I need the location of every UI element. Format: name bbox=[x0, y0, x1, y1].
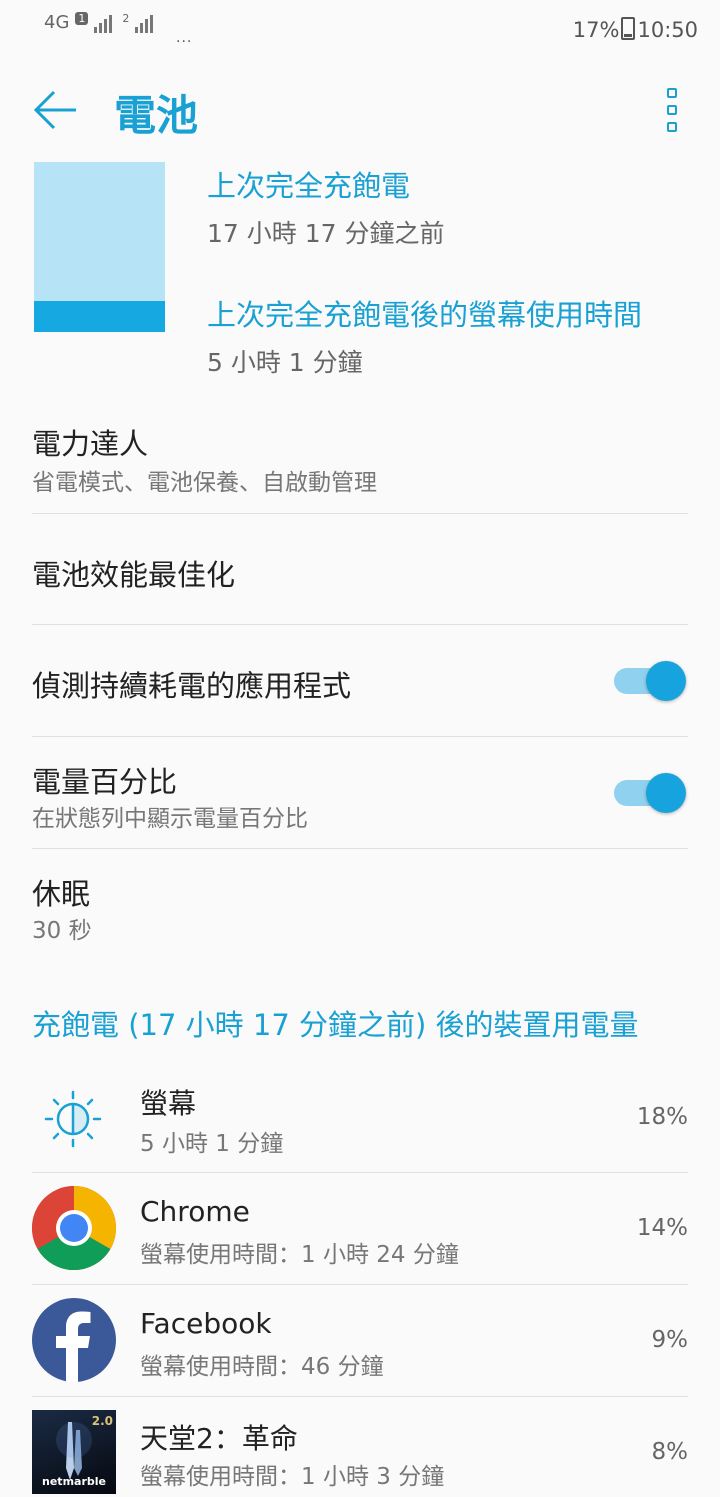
app-detail: 螢幕使用時間：46 分鐘 bbox=[140, 1354, 384, 1380]
icon-badge: 2.0 bbox=[91, 1414, 113, 1428]
icon-brand-text: netmarble bbox=[42, 1475, 106, 1488]
signal-icon-2 bbox=[135, 12, 155, 33]
app-detail: 螢幕使用時間：1 小時 3 分鐘 bbox=[140, 1464, 445, 1490]
network-type: 4G bbox=[44, 12, 70, 33]
last-full-charge-label: 上次完全充飽電 bbox=[207, 169, 411, 203]
setting-subtitle: 30 秒 bbox=[32, 918, 92, 944]
brightness-icon bbox=[44, 1090, 102, 1148]
setting-battery-percentage[interactable]: 電量百分比 在狀態列中顯示電量百分比 bbox=[0, 737, 720, 848]
app-name: 天堂2：革命 bbox=[140, 1422, 298, 1455]
usage-percent: 9% bbox=[651, 1327, 689, 1353]
status-bar-right: 17% 10:50 bbox=[573, 17, 698, 42]
battery-icon bbox=[621, 17, 636, 40]
setting-title: 偵測持續耗電的應用程式 bbox=[32, 669, 352, 703]
app-detail: 5 小時 1 分鐘 bbox=[140, 1131, 284, 1157]
clock: 10:50 bbox=[637, 18, 698, 42]
setting-title: 電池效能最佳化 bbox=[32, 558, 236, 592]
setting-title: 休眠 bbox=[32, 877, 91, 911]
page-title: 電池 bbox=[114, 91, 199, 140]
app-name: 螢幕 bbox=[140, 1087, 197, 1120]
battery-level-graphic bbox=[34, 162, 165, 332]
facebook-icon bbox=[32, 1298, 116, 1382]
overflow-menu-icon[interactable] bbox=[660, 88, 684, 132]
last-full-charge-value: 17 小時 17 分鐘之前 bbox=[207, 219, 445, 248]
usage-item-chrome[interactable]: Chrome 螢幕使用時間：1 小時 24 分鐘 14% bbox=[0, 1173, 720, 1284]
battery-percentage-toggle[interactable] bbox=[614, 773, 686, 813]
battery-percent: 17% bbox=[572, 18, 620, 42]
screen-time-label: 上次完全充飽電後的螢幕使用時間 bbox=[207, 298, 643, 332]
app-name: Chrome bbox=[140, 1195, 250, 1228]
signal-icon bbox=[94, 12, 114, 33]
setting-subtitle: 省電模式、電池保養、自啟動管理 bbox=[32, 470, 377, 496]
usage-item-lineage2[interactable]: 2.0 netmarble 天堂2：革命 螢幕使用時間：1 小時 3 分鐘 8% bbox=[0, 1397, 720, 1497]
usage-item-facebook[interactable]: Facebook 螢幕使用時間：46 分鐘 9% bbox=[0, 1285, 720, 1396]
usage-percent: 18% bbox=[636, 1104, 688, 1130]
setting-title: 電量百分比 bbox=[32, 765, 178, 799]
usage-percent: 14% bbox=[636, 1215, 688, 1241]
setting-sleep[interactable]: 休眠 30 秒 bbox=[0, 849, 720, 959]
notification-more-icon: ... bbox=[176, 30, 193, 46]
setting-subtitle: 在狀態列中顯示電量百分比 bbox=[32, 806, 308, 832]
status-bar-left: 4G 1 2 bbox=[44, 12, 155, 33]
setting-power-master[interactable]: 電力達人 省電模式、電池保養、自啟動管理 bbox=[0, 405, 720, 513]
setting-battery-optimization[interactable]: 電池效能最佳化 bbox=[0, 514, 720, 624]
usage-section-header: 充飽電 (17 小時 17 分鐘之前) 後的裝置用電量 bbox=[32, 1008, 639, 1042]
setting-detect-drain-apps[interactable]: 偵測持續耗電的應用程式 bbox=[0, 625, 720, 736]
screen-time-value: 5 小時 1 分鐘 bbox=[207, 348, 363, 377]
lineage2-icon: 2.0 netmarble bbox=[32, 1410, 116, 1494]
chrome-icon bbox=[31, 1186, 117, 1271]
setting-title: 電力達人 bbox=[32, 427, 149, 461]
app-detail: 螢幕使用時間：1 小時 24 分鐘 bbox=[140, 1242, 459, 1268]
detect-drain-toggle[interactable] bbox=[614, 661, 686, 701]
sim2-label: 2 bbox=[122, 12, 130, 25]
sim1-badge: 1 bbox=[75, 12, 89, 25]
usage-percent: 8% bbox=[651, 1439, 689, 1465]
usage-item-screen[interactable]: 螢幕 5 小時 1 分鐘 18% bbox=[0, 1062, 720, 1172]
back-arrow-icon[interactable] bbox=[32, 86, 80, 134]
app-name: Facebook bbox=[140, 1307, 272, 1340]
